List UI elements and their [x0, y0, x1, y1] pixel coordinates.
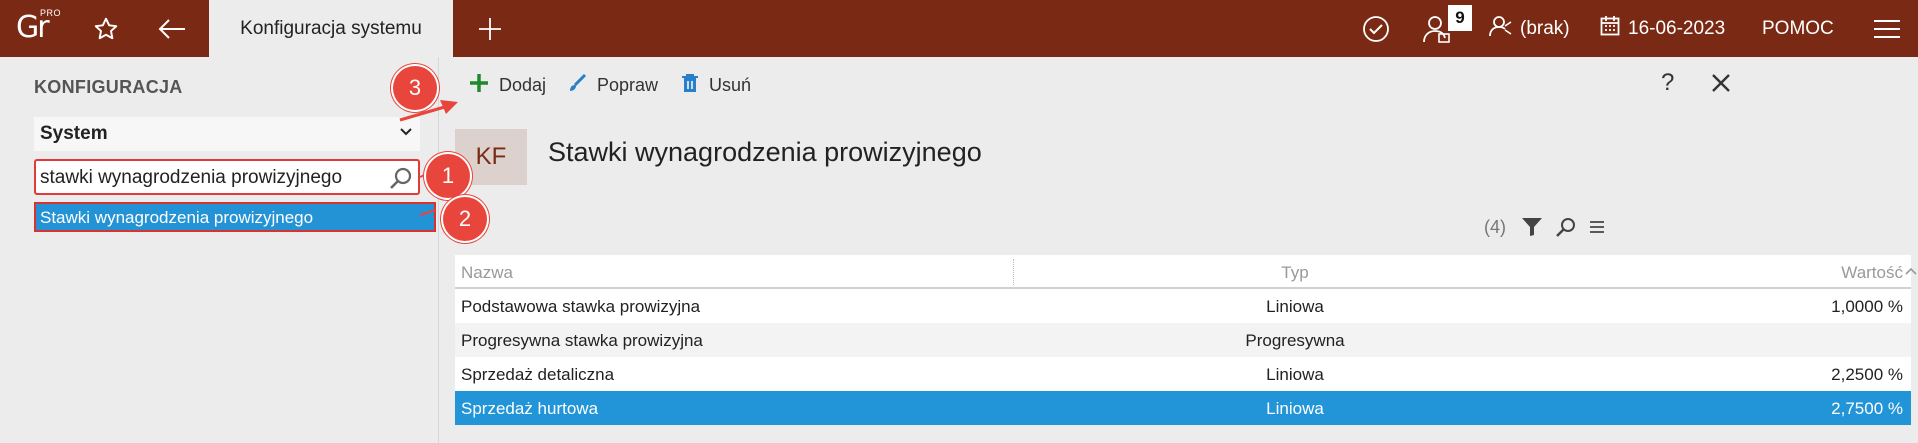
user-label: (brak): [1520, 17, 1570, 39]
cell-value: 1,0000 %: [1831, 297, 1903, 316]
logo-badge: PRO: [40, 8, 62, 18]
column-header-type[interactable]: Typ: [1155, 263, 1435, 283]
page-title: Stawki wynagrodzenia prowizyjnego: [548, 137, 982, 167]
cell-name: Sprzedaż hurtowa: [461, 399, 599, 418]
column-header-name[interactable]: Nazwa: [461, 263, 513, 283]
close-icon[interactable]: [1711, 73, 1731, 98]
category-select[interactable]: System: [34, 117, 420, 151]
sidebar-title: KONFIGURACJA: [34, 77, 183, 97]
user-indicator[interactable]: (brak): [1488, 0, 1570, 57]
cell-value: 2,2500 %: [1831, 365, 1903, 384]
column-header-value[interactable]: Wartość: [1841, 263, 1903, 283]
cell-name: Sprzedaż detaliczna: [461, 365, 615, 384]
cell-type: Liniowa: [1266, 297, 1324, 316]
table-row[interactable]: Sprzedaż detaliczna Liniowa 2,2500 %: [455, 357, 1911, 391]
top-bar: Gr PRO Konfiguracja systemu 9 (brak) 16-…: [0, 0, 1918, 57]
delete-button-label: Usuń: [709, 74, 752, 95]
date-indicator[interactable]: 16-06-2023: [1600, 0, 1725, 57]
main-content: Dodaj Popraw Usuń ? KF Stawki wynagrodze…: [438, 57, 1918, 443]
search-icon[interactable]: [388, 165, 414, 197]
table-row[interactable]: Podstawowa stawka prowizyjna Liniowa 1,0…: [455, 289, 1911, 323]
app-logo[interactable]: Gr PRO: [16, 8, 62, 48]
table-row-selected[interactable]: Sprzedaż hurtowa Liniowa 2,7500 %: [455, 391, 1911, 425]
back-arrow-icon[interactable]: [152, 0, 192, 57]
search-input[interactable]: stawki wynagrodzenia prowizyjnego: [34, 159, 420, 195]
add-button-label: Dodaj: [499, 74, 547, 95]
edit-button[interactable]: Popraw: [567, 71, 658, 99]
annotation-marker-3: 3: [393, 66, 437, 110]
cell-name: Podstawowa stawka prowizyjna: [461, 297, 701, 316]
edit-button-label: Popraw: [597, 74, 659, 95]
add-button[interactable]: Dodaj: [469, 71, 546, 99]
cell-value: 2,7500 %: [1831, 399, 1903, 418]
column-divider: [1013, 259, 1014, 285]
user-icon: [1488, 14, 1514, 44]
table-row[interactable]: Progresywna stawka prowizyjna Progresywn…: [455, 323, 1911, 357]
cell-type: Liniowa: [1266, 365, 1324, 384]
help-menu-link[interactable]: POMOC: [1762, 0, 1834, 57]
plus-icon: [469, 73, 489, 98]
chevron-up-icon[interactable]: [1905, 263, 1917, 281]
configuration-sidebar: KONFIGURACJA System stawki wynagrodzenia…: [0, 57, 438, 443]
cell-name: Progresywna stawka prowizyjna: [461, 331, 703, 350]
hamburger-menu-icon[interactable]: [1870, 0, 1904, 57]
search-input-value: stawki wynagrodzenia prowizyjnego: [40, 167, 343, 188]
annotation-marker-1: 1: [426, 154, 470, 198]
filter-icon[interactable]: [1521, 217, 1543, 242]
chevron-down-icon: [398, 123, 414, 145]
delete-button[interactable]: Usuń: [681, 71, 751, 99]
tab-konfiguracja-systemu[interactable]: Konfiguracja systemu: [209, 0, 453, 57]
help-button[interactable]: ?: [1661, 69, 1674, 97]
date-label: 16-06-2023: [1628, 17, 1726, 39]
search-icon[interactable]: [1555, 216, 1577, 243]
cell-type: Liniowa: [1266, 399, 1324, 418]
trash-icon: [681, 73, 699, 98]
notifications-badge[interactable]: 9: [1448, 5, 1472, 31]
record-count: (4): [1484, 217, 1506, 237]
grid-header: Nazwa Typ Wartość: [455, 255, 1911, 289]
cell-type: Progresywna: [1245, 331, 1345, 350]
plus-icon[interactable]: [470, 0, 510, 57]
brush-icon: [567, 73, 587, 98]
search-result-item[interactable]: Stawki wynagrodzenia prowizyjnego: [34, 202, 436, 232]
check-circle-icon[interactable]: [1360, 0, 1392, 57]
category-select-value: System: [40, 123, 108, 144]
list-menu-icon[interactable]: [1589, 220, 1605, 239]
star-icon[interactable]: [86, 0, 126, 57]
data-grid: Nazwa Typ Wartość Podstawowa stawka prow…: [455, 255, 1911, 425]
calendar-icon: [1600, 15, 1620, 43]
annotation-marker-2: 2: [443, 197, 487, 241]
